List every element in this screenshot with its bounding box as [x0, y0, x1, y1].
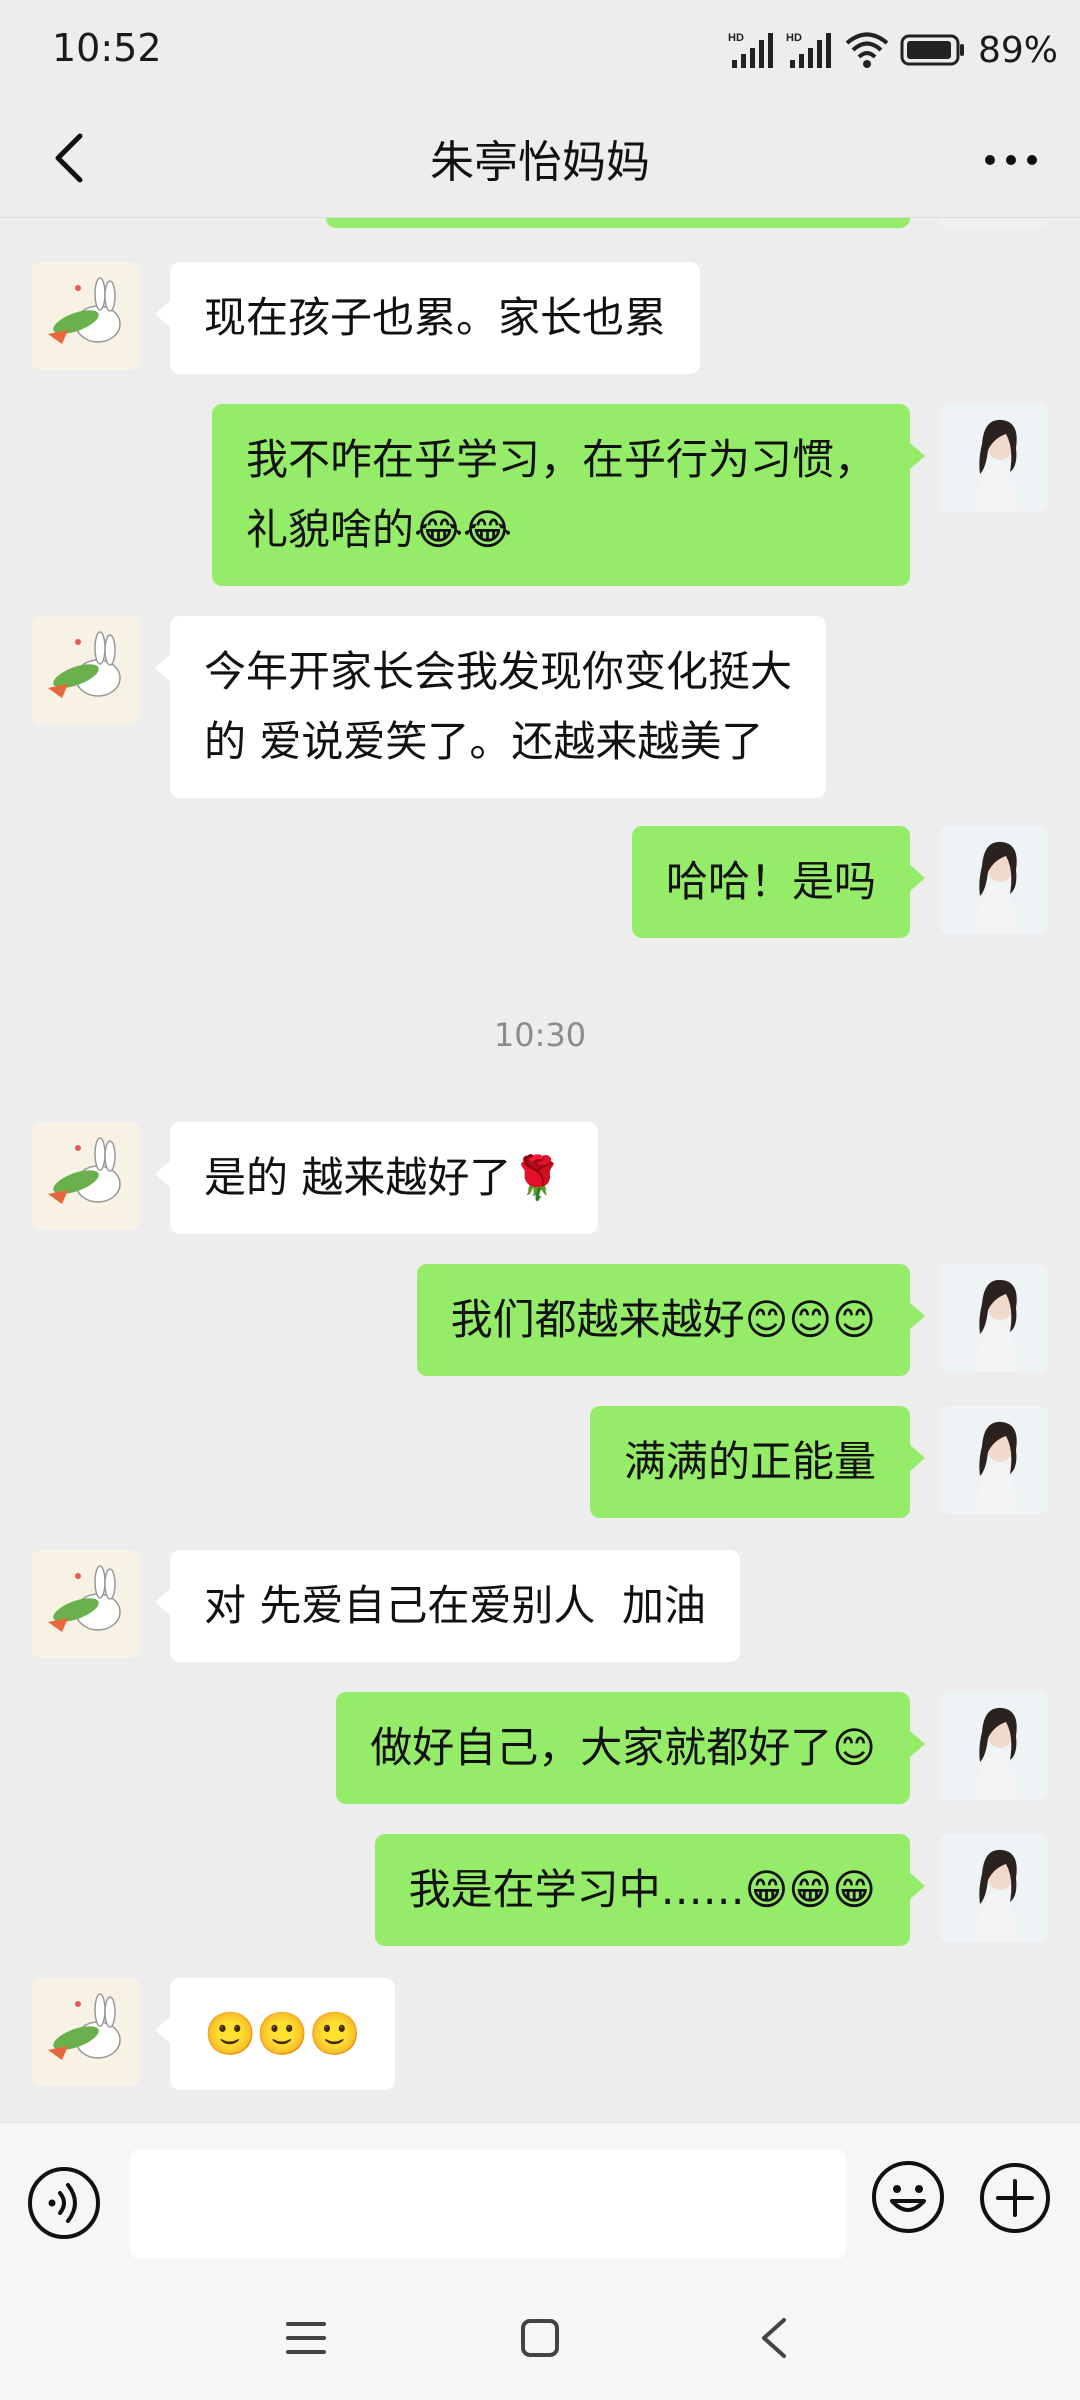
message-text: 满满的正能量 [623, 1437, 876, 1486]
message-bubble[interactable]: 是的 越来越好了🌹 [155, 1122, 598, 1234]
message-bubble[interactable]: 🙂🙂🙂 [155, 1978, 395, 2090]
network-1-label: HD [728, 32, 744, 44]
contact-avatar[interactable] [32, 1550, 140, 1658]
contact-avatar[interactable] [32, 616, 140, 724]
bunny-avatar-icon [32, 1550, 140, 1658]
input-bar [0, 2122, 1080, 2279]
message-text: 对 先爱自己在爱别人 加油 [204, 1581, 707, 1630]
message-bubble[interactable]: 我不咋在乎学习，在乎行为习惯， 礼貌啥的😂😂 [211, 404, 926, 586]
more-options-icon[interactable] [976, 132, 1046, 188]
my-avatar[interactable] [940, 1692, 1048, 1800]
recent-apps-icon[interactable] [286, 2318, 326, 2358]
bunny-avatar-icon [32, 616, 140, 724]
message-text: 🙂🙂🙂 [204, 2009, 361, 2058]
message-bubble[interactable]: 满满的正能量 [589, 1406, 926, 1518]
system-navigation-bar [0, 2278, 1080, 2400]
wifi-icon [845, 32, 889, 68]
message-list[interactable]: 现在孩子也累。家长也累 我不咋在乎学习，在乎行为习惯， 礼貌啥的😂😂 今年开家长… [0, 218, 1080, 2122]
system-back-icon[interactable] [756, 2316, 792, 2360]
bunny-avatar-icon [32, 1978, 140, 2086]
contact-avatar[interactable] [32, 1978, 140, 2086]
message-timestamp: 10:30 [493, 1016, 587, 1054]
partial-message-bubble [326, 218, 910, 228]
message-text: 哈哈！是吗 [665, 857, 876, 906]
signal-icon: HD [728, 32, 773, 68]
message-text: 我们都越来越好😊😊😊 [450, 1295, 876, 1344]
portrait-avatar-icon [940, 1406, 1048, 1514]
message-bubble[interactable]: 哈哈！是吗 [631, 826, 926, 938]
battery-percent: 89% [977, 29, 1058, 71]
message-bubble[interactable]: 我们都越来越好😊😊😊 [416, 1264, 926, 1376]
bunny-avatar-icon [32, 1122, 140, 1230]
status-time: 10:52 [52, 26, 162, 70]
home-icon[interactable] [520, 2318, 560, 2358]
portrait-avatar-icon [940, 1692, 1048, 1800]
contact-avatar[interactable] [32, 262, 140, 370]
status-bar: 10:52 HD HD 89% [0, 0, 1080, 100]
contact-avatar[interactable] [32, 1122, 140, 1230]
message-text: 我是在学习中……😁😁😁 [408, 1865, 876, 1914]
chat-header: 朱亭怡妈妈 [0, 100, 1080, 218]
add-icon[interactable] [978, 2161, 1052, 2235]
partial-avatar [940, 218, 1048, 228]
message-text: 我不咋在乎学习，在乎行为习惯， [245, 435, 876, 484]
portrait-avatar-icon [940, 1264, 1048, 1372]
network-2-label: HD [786, 32, 802, 44]
portrait-avatar-icon [940, 826, 1048, 934]
my-avatar[interactable] [940, 404, 1048, 512]
portrait-avatar-icon [940, 1834, 1048, 1942]
battery-icon [900, 34, 964, 66]
message-text: 是的 越来越好了🌹 [204, 1153, 564, 1202]
message-text: 礼貌啥的😂😂 [245, 505, 513, 554]
my-avatar[interactable] [940, 826, 1048, 934]
my-avatar[interactable] [940, 1834, 1048, 1942]
message-bubble[interactable]: 现在孩子也累。家长也累 [154, 262, 701, 374]
emoji-icon[interactable] [870, 2159, 946, 2235]
message-text: 做好自己，大家就都好了😊 [370, 1723, 876, 1772]
message-input[interactable] [130, 2149, 846, 2259]
portrait-avatar-icon [940, 404, 1048, 512]
chat-title: 朱亭怡妈妈 [430, 137, 650, 188]
message-bubble[interactable]: 今年开家长会我发现你变化挺大 的 爱说爱笑了。还越来越美了 [154, 616, 827, 798]
my-avatar[interactable] [940, 1264, 1048, 1372]
voice-input-icon[interactable] [26, 2165, 102, 2241]
message-bubble[interactable]: 对 先爱自己在爱别人 加油 [154, 1550, 741, 1662]
signal-icon-2: HD [786, 32, 831, 68]
message-text: 现在孩子也累。家长也累 [204, 293, 667, 342]
message-bubble[interactable]: 我是在学习中……😁😁😁 [374, 1834, 926, 1946]
bunny-avatar-icon [32, 262, 140, 370]
message-bubble[interactable]: 做好自己，大家就都好了😊 [336, 1692, 925, 1804]
message-text: 今年开家长会我发现你变化挺大 [204, 647, 793, 696]
message-text: 的 爱说爱笑了。还越来越美了 [204, 717, 764, 766]
status-icons: HD HD 89% [728, 26, 1058, 74]
my-avatar[interactable] [940, 1406, 1048, 1514]
